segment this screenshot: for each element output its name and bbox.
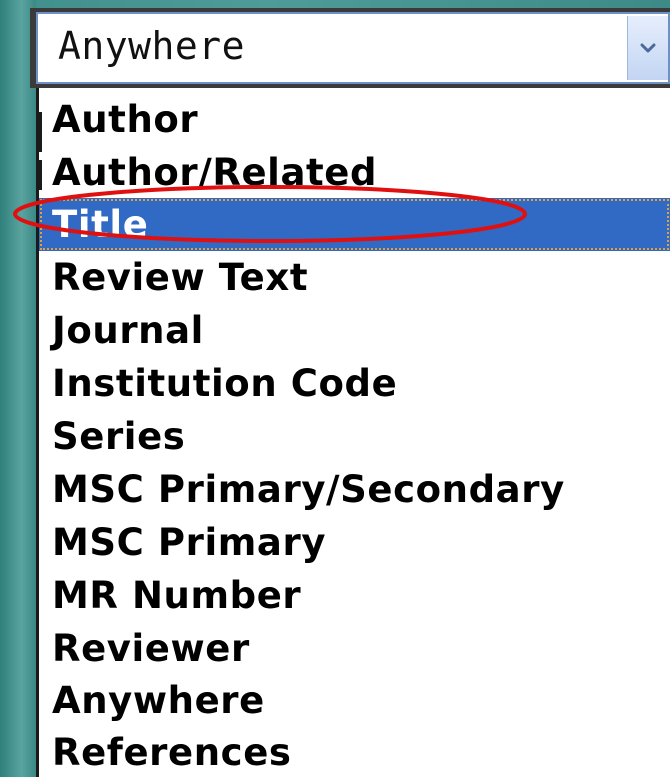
select-control[interactable]: Anywhere: [36, 12, 670, 84]
edge-mark: [36, 160, 42, 190]
option-author-related[interactable]: Author/Related: [39, 146, 670, 199]
option-institution-code[interactable]: Institution Code: [39, 357, 670, 410]
dropdown-arrow-button[interactable]: [627, 16, 668, 80]
option-msc-primary[interactable]: MSC Primary: [39, 516, 670, 569]
option-journal[interactable]: Journal: [39, 304, 670, 357]
option-mr-number[interactable]: MR Number: [39, 569, 670, 622]
option-author[interactable]: Author: [39, 93, 670, 146]
option-anywhere[interactable]: Anywhere: [39, 674, 670, 727]
dropdown-list[interactable]: Author Author/Related Title Review Text …: [36, 88, 670, 777]
option-review-text[interactable]: Review Text: [39, 251, 670, 304]
option-references[interactable]: References: [39, 726, 670, 777]
select-current-value: Anywhere: [58, 24, 246, 68]
chevron-down-icon: [640, 43, 656, 53]
edge-mark: [36, 112, 42, 152]
option-reviewer[interactable]: Reviewer: [39, 622, 670, 675]
option-series[interactable]: Series: [39, 410, 670, 463]
option-msc-primary-secondary[interactable]: MSC Primary/Secondary: [39, 463, 670, 516]
background-strip: [0, 0, 36, 777]
option-title[interactable]: Title: [39, 198, 670, 251]
search-field-select[interactable]: Anywhere: [30, 8, 670, 88]
